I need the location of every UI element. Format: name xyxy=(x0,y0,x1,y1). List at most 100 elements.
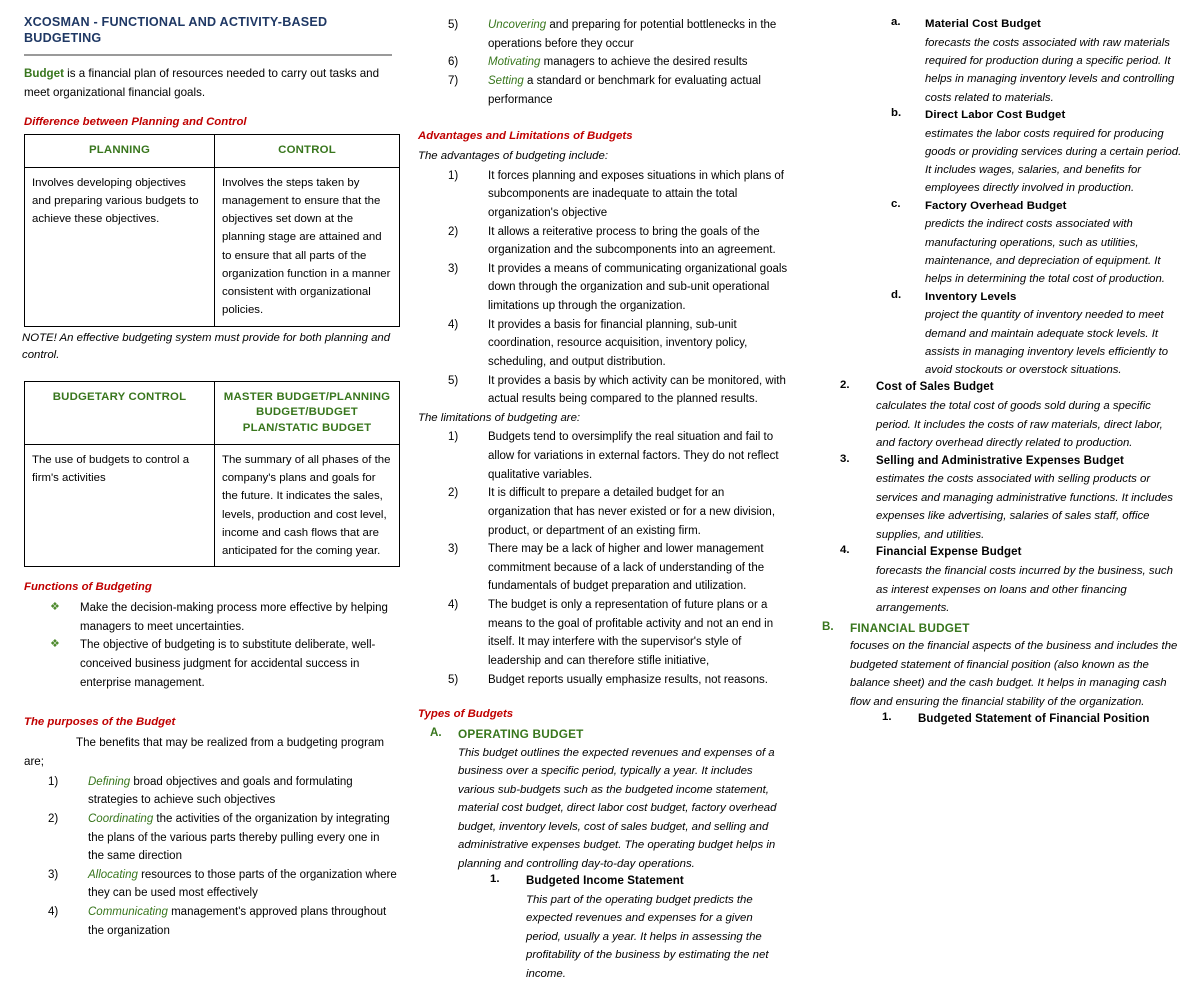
budgeted-income-statement-title: Budgeted Income Statement xyxy=(526,874,684,887)
list-marker: 4. xyxy=(840,544,850,557)
list-item: 2) It allows a reiterative process to bri… xyxy=(448,223,790,260)
list-financial-subitems: 1. Budgeted Statement of Financial Posit… xyxy=(850,711,1182,729)
inventory-levels-title: Inventory Levels xyxy=(925,290,1017,303)
list-marker: 2) xyxy=(448,225,459,238)
list-purposes-continued: 5) Uncovering and preparing for potential… xyxy=(418,16,790,109)
list-marker: 1. xyxy=(490,872,500,885)
list-item: 3) It provides a means of communicating o… xyxy=(448,260,790,316)
diamond-bullet-icon: ❖ xyxy=(50,638,60,651)
note-text: NOTE! An effective budgeting system must… xyxy=(22,331,391,361)
list-item-lead: Allocating xyxy=(88,868,138,881)
list-item-text: managers to achieve the desired results xyxy=(540,56,748,69)
list-item: 3) Allocating resources to those parts of… xyxy=(48,866,398,903)
list-marker: 5) xyxy=(448,374,459,387)
table-row: The use of budgets to control a firm's a… xyxy=(24,443,400,568)
list-item: 2) It is difficult to prepare a detailed … xyxy=(448,484,790,540)
financial-budget-title: FINANCIAL BUDGET xyxy=(850,620,970,635)
list-item: ❖ The objective of budgeting is to substi… xyxy=(50,636,398,692)
list-item: 1) Budgets tend to oversimplify the real … xyxy=(448,428,790,484)
list-item-text: It allows a reiterative process to bring… xyxy=(488,225,776,257)
table-row-header: PLANNING CONTROL xyxy=(24,134,400,168)
list-income-statement-subitems: a. Material Cost Budget forecasts the co… xyxy=(870,16,1182,379)
list-marker: 1) xyxy=(48,775,59,788)
list-item-lead: Setting xyxy=(488,74,524,87)
list-item: 4) It provides a basis for financial plan… xyxy=(448,316,790,372)
list-item-selling-admin-expenses-budget: 3. Selling and Administrative Expenses B… xyxy=(840,453,1182,545)
list-marker: 4) xyxy=(448,599,459,612)
list-item-material-cost-budget: a. Material Cost Budget forecasts the co… xyxy=(891,16,1182,107)
list-item-budgeted-income-statement: 1. Budgeted Income Statement This part o… xyxy=(490,873,790,983)
table-header-control: CONTROL xyxy=(214,134,400,168)
purposes-intro: The benefits that may be realized from a… xyxy=(24,736,385,768)
heading-purposes-of-the-budget: The purposes of the Budget xyxy=(24,716,176,729)
table-header-planning: PLANNING xyxy=(24,134,215,168)
heading-advantages-limitations: Advantages and Limitations of Budgets xyxy=(418,130,633,143)
lead-paragraph: Budget is a financial plan of resources … xyxy=(24,65,394,103)
selling-admin-expenses-budget-title: Selling and Administrative Expenses Budg… xyxy=(876,454,1124,467)
list-marker: 2) xyxy=(448,487,459,500)
column-left: XCOSMAN - FUNCTIONAL AND ACTIVITY-BASED … xyxy=(8,10,408,937)
list-item: 4) Communicating management's approved pl… xyxy=(48,903,398,940)
list-item: 3) There may be a lack of higher and lowe… xyxy=(448,540,790,596)
list-item-text: Make the decision-making process more ef… xyxy=(80,602,388,633)
list-item: 6) Motivating managers to achieve the des… xyxy=(448,53,790,72)
list-item-text: Budget reports usually emphasize results… xyxy=(488,673,768,686)
list-marker: 2) xyxy=(48,812,59,825)
direct-labor-cost-budget-title: Direct Labor Cost Budget xyxy=(925,108,1066,121)
list-item: 7) Setting a standard or benchmark for ev… xyxy=(448,72,790,109)
cost-of-sales-budget-title: Cost of Sales Budget xyxy=(876,381,994,394)
budgeted-statement-financial-position-title: Budgeted Statement of Financial Position xyxy=(918,713,1150,726)
list-item-financial-budget: B. FINANCIAL BUDGET focuses on the finan… xyxy=(822,620,1182,729)
financial-expense-budget-title: Financial Expense Budget xyxy=(876,546,1022,559)
heading-difference-planning-control: Difference between Planning and Control xyxy=(24,116,247,129)
list-marker: 5) xyxy=(448,19,459,31)
table-header-budgetary-control: BUDGETARY CONTROL xyxy=(24,380,215,445)
budgeted-income-statement-body: This part of the operating budget predic… xyxy=(526,893,769,980)
list-purposes: 1) Defining broad objectives and goals an… xyxy=(18,773,398,941)
list-marker: 6) xyxy=(448,56,459,69)
list-marker: 2. xyxy=(840,379,850,392)
page-title: XCOSMAN - FUNCTIONAL AND ACTIVITY-BASED … xyxy=(24,15,328,46)
inventory-levels-body: project the quantity of inventory needed… xyxy=(925,309,1168,377)
list-item-text: The budget is only a representation of f… xyxy=(488,599,774,667)
list-item: ❖ Make the decision-making process more e… xyxy=(50,599,398,636)
selling-admin-expenses-budget-body: estimates the costs associated with sell… xyxy=(876,473,1173,541)
list-marker: 3. xyxy=(840,452,850,465)
operating-budget-title: OPERATING BUDGET xyxy=(458,727,584,741)
document-page: XCOSMAN - FUNCTIONAL AND ACTIVITY-BASED … xyxy=(0,0,1200,980)
list-marker: 1. xyxy=(882,711,892,724)
list-item: 4) The budget is only a representation of… xyxy=(448,596,790,671)
list-item-text: It forces planning and exposes situation… xyxy=(488,169,784,219)
list-item-lead: Communicating xyxy=(88,906,168,919)
column-middle: 5) Uncovering and preparing for potential… xyxy=(408,10,800,980)
list-operating-subitems: 1. Budgeted Income Statement This part o… xyxy=(458,873,790,983)
heading-types-of-budgets: Types of Budgets xyxy=(418,708,514,721)
factory-overhead-budget-body: predicts the indirect costs associated w… xyxy=(925,218,1165,286)
factory-overhead-budget-title: Factory Overhead Budget xyxy=(925,199,1067,212)
list-item: 5) It provides a basis by which activity … xyxy=(448,372,790,409)
list-marker: a. xyxy=(891,16,901,28)
list-item-inventory-levels: d. Inventory Levels project the quantity… xyxy=(891,289,1182,380)
list-limitations: 1) Budgets tend to oversimplify the real … xyxy=(418,428,790,689)
list-item-text: Budgets tend to oversimplify the real si… xyxy=(488,431,779,481)
list-item-cost-of-sales-budget: 2. Cost of Sales Budget calculates the t… xyxy=(840,379,1182,452)
table-row-header: BUDGETARY CONTROL MASTER BUDGET/PLANNING… xyxy=(24,380,400,445)
financial-expense-budget-body: forecasts the financial costs incurred b… xyxy=(876,565,1173,615)
list-item: 1) It forces planning and exposes situati… xyxy=(448,167,790,223)
list-marker: b. xyxy=(891,106,902,119)
list-item-lead: Defining xyxy=(88,775,131,788)
list-item: 1) Defining broad objectives and goals an… xyxy=(48,773,398,810)
table-budgetary-control: BUDGETARY CONTROL MASTER BUDGET/PLANNING… xyxy=(24,380,400,568)
list-marker: B. xyxy=(822,619,834,633)
list-marker: 3) xyxy=(448,262,459,275)
list-marker: 3) xyxy=(48,868,59,881)
heading-functions-of-budgeting: Functions of Budgeting xyxy=(24,581,152,594)
list-functions: ❖ Make the decision-making process more e… xyxy=(18,599,398,692)
list-marker: d. xyxy=(891,288,902,301)
list-budget-types: A. OPERATING BUDGET This budget outlines… xyxy=(418,726,790,983)
list-item-text: It provides a basis by which activity ca… xyxy=(488,374,786,406)
list-item-budgeted-statement-financial-position: 1. Budgeted Statement of Financial Posit… xyxy=(882,711,1182,729)
list-marker: c. xyxy=(891,197,901,210)
list-item: 5) Budget reports usually emphasize resul… xyxy=(448,671,790,690)
list-marker: 4) xyxy=(48,906,59,919)
